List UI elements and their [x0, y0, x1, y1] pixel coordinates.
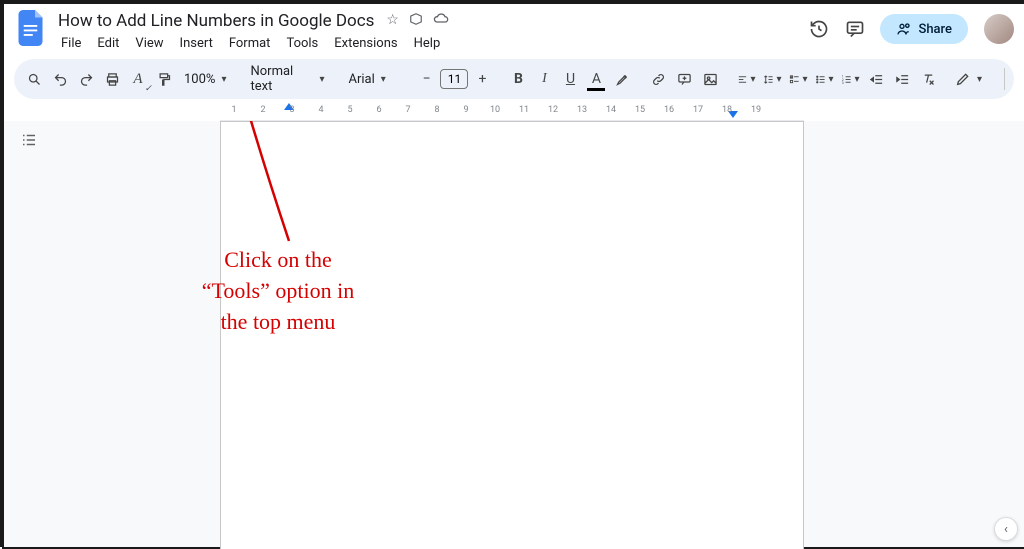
spellcheck-icon[interactable]: A✓ — [126, 66, 150, 92]
annotation-line: “Tools” option in — [178, 276, 378, 307]
ruler-number: 16 — [664, 105, 674, 115]
outline-toggle[interactable] — [4, 121, 54, 547]
undo-icon[interactable] — [48, 66, 72, 92]
annotation-text: Click on the “Tools” option in the top m… — [178, 245, 378, 337]
insert-image-icon[interactable] — [698, 66, 722, 92]
ruler-number: 8 — [434, 105, 439, 115]
clear-formatting-icon[interactable] — [916, 66, 940, 92]
ruler-number: 10 — [490, 105, 500, 115]
share-button[interactable]: Share — [880, 14, 968, 44]
font-size-control: − 11 + — [414, 66, 494, 92]
annotation-line: Click on the — [178, 245, 378, 276]
menu-extensions[interactable]: Extensions — [327, 34, 404, 53]
share-label: Share — [918, 22, 952, 37]
svg-text:3: 3 — [842, 81, 844, 85]
annotation-line: the top menu — [178, 307, 378, 338]
menu-tools[interactable]: Tools — [279, 34, 325, 53]
bold-icon[interactable]: B — [506, 66, 530, 92]
ruler-number: 1 — [231, 105, 236, 115]
font-size-decrease[interactable]: − — [414, 66, 438, 92]
history-icon[interactable] — [808, 18, 830, 40]
print-icon[interactable] — [100, 66, 124, 92]
zoom-value: 100% — [184, 72, 215, 87]
toolbar: A✓ 100%▾ Normal text▾ Arial▾ − 11 + B I … — [14, 59, 1014, 99]
title-row: How to Add Line Numbers in Google Docs ☆ — [54, 10, 449, 32]
paint-format-icon[interactable] — [152, 66, 176, 92]
editing-mode-dropdown[interactable]: ▾ — [942, 67, 994, 91]
menu-file[interactable]: File — [54, 34, 88, 53]
menu-insert[interactable]: Insert — [173, 34, 220, 53]
numbered-list-dropdown[interactable]: 123▾ — [838, 66, 862, 92]
cloud-status-icon[interactable] — [433, 12, 449, 30]
user-avatar[interactable] — [984, 14, 1014, 44]
docs-logo[interactable] — [14, 10, 50, 46]
highlight-color-icon[interactable] — [610, 66, 634, 92]
align-dropdown[interactable]: ▾ — [734, 66, 758, 92]
decrease-indent-icon[interactable] — [864, 66, 888, 92]
caret-down-icon: ▾ — [319, 74, 324, 85]
ruler-number: 5 — [347, 105, 352, 115]
header: How to Add Line Numbers in Google Docs ☆… — [4, 4, 1024, 53]
menu-view[interactable]: View — [128, 34, 170, 53]
comments-icon[interactable] — [844, 18, 866, 40]
add-comment-icon[interactable] — [672, 66, 696, 92]
collapse-toolbar-icon[interactable] — [1015, 66, 1024, 92]
ruler-number: 2 — [260, 105, 265, 115]
caret-down-icon: ▾ — [221, 74, 226, 85]
font-name-value: Arial — [348, 72, 374, 87]
font-size-increase[interactable]: + — [470, 66, 494, 92]
header-right-controls: Share — [808, 14, 1014, 44]
explore-fab[interactable]: ‹ — [994, 517, 1018, 541]
text-color-icon[interactable]: A — [584, 66, 608, 92]
line-spacing-dropdown[interactable]: ▾ — [760, 66, 784, 92]
horizontal-ruler[interactable]: 12345678910111213141516171819 — [220, 103, 804, 121]
ruler-number: 19 — [751, 105, 761, 115]
caret-down-icon: ▾ — [381, 74, 386, 85]
title-block: How to Add Line Numbers in Google Docs ☆… — [54, 10, 449, 53]
increase-indent-icon[interactable] — [890, 66, 914, 92]
ruler-number: 15 — [635, 105, 645, 115]
google-docs-app: How to Add Line Numbers in Google Docs ☆… — [4, 4, 1024, 547]
move-icon[interactable] — [409, 12, 423, 30]
zoom-dropdown[interactable]: 100% ▾ — [178, 72, 232, 87]
redo-icon[interactable] — [74, 66, 98, 92]
title-icons: ☆ — [386, 12, 449, 30]
search-menus-icon[interactable] — [22, 66, 46, 92]
ruler-number: 12 — [548, 105, 558, 115]
font-dropdown[interactable]: Arial ▾ — [342, 72, 402, 87]
ruler-number: 11 — [519, 105, 529, 115]
ruler-number: 7 — [405, 105, 410, 115]
ruler-row: 12345678910111213141516171819 — [4, 103, 1024, 121]
ruler-number: 6 — [376, 105, 381, 115]
menu-bar: File Edit View Insert Format Tools Exten… — [54, 34, 449, 53]
menu-edit[interactable]: Edit — [90, 34, 126, 53]
ruler-number: 14 — [606, 105, 616, 115]
menu-format[interactable]: Format — [222, 34, 278, 53]
bulleted-list-dropdown[interactable]: ▾ — [812, 66, 836, 92]
paragraph-style-value: Normal text — [250, 64, 313, 94]
ruler-number: 18 — [722, 105, 732, 115]
menu-help[interactable]: Help — [407, 34, 448, 53]
document-canvas: Click on the “Tools” option in the top m… — [4, 121, 1024, 547]
document-title[interactable]: How to Add Line Numbers in Google Docs — [54, 10, 378, 32]
underline-icon[interactable]: U — [558, 66, 582, 92]
people-icon — [896, 21, 912, 37]
insert-link-icon[interactable] — [646, 66, 670, 92]
font-size-input[interactable]: 11 — [440, 69, 468, 89]
italic-icon[interactable]: I — [532, 66, 556, 92]
paragraph-style-dropdown[interactable]: Normal text ▾ — [244, 64, 330, 94]
ruler-number: 4 — [318, 105, 323, 115]
star-icon[interactable]: ☆ — [386, 12, 399, 30]
ruler-number: 13 — [577, 105, 587, 115]
ruler-number: 9 — [463, 105, 468, 115]
ruler-number: 3 — [289, 105, 294, 115]
checklist-dropdown[interactable]: ▾ — [786, 66, 810, 92]
ruler-number: 17 — [693, 105, 703, 115]
